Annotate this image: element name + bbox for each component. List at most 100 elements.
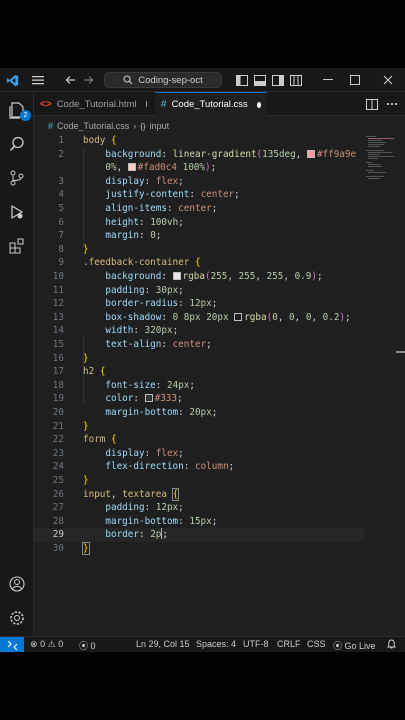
code-editor[interactable]: 1 body { 2 background: linear-gradient(13… — [34, 134, 364, 634]
encoding[interactable]: UTF-8 — [243, 639, 269, 649]
line-number: 16 — [52, 352, 64, 364]
tab-code-tutorial-css[interactable]: # Code_Tutorial.css — [155, 92, 267, 116]
code-line: 18 font-size: 24px; — [34, 379, 364, 393]
explorer-icon[interactable]: 2 — [7, 100, 31, 121]
maximize-icon[interactable] — [347, 72, 363, 88]
source-control-icon[interactable] — [7, 168, 27, 188]
code-line: 9 .feedback-container { — [34, 256, 364, 270]
color-swatch[interactable] — [144, 394, 153, 403]
notifications-bell-icon[interactable] — [386, 639, 397, 651]
close-icon[interactable] — [380, 72, 396, 88]
forward-arrow-icon[interactable] — [80, 72, 96, 88]
color-swatch[interactable] — [172, 272, 181, 280]
remote-indicator-icon[interactable] — [0, 637, 24, 652]
code-line: 17 h2 { — [34, 365, 364, 379]
ports-indicator[interactable]: ⦿ 0 — [79, 639, 96, 652]
code-line: 24 flex-direction: column; — [34, 460, 364, 474]
code-line: 5 align-items: center; — [34, 202, 364, 216]
end-of-line[interactable]: CRLF — [277, 639, 301, 649]
line-number: 4 — [58, 189, 64, 201]
line-number: 11 — [52, 284, 64, 296]
line-number: 21 — [52, 420, 64, 432]
minimap[interactable] — [364, 134, 400, 634]
problems-indicator[interactable]: ⊗ 0 ⚠ 0 — [30, 639, 63, 650]
code-line: 7 margin: 0; — [34, 229, 364, 243]
line-number: 7 — [58, 230, 64, 242]
line-number: 10 — [52, 271, 64, 282]
search-icon[interactable] — [7, 134, 27, 154]
code-line: 27 padding: 12px; — [34, 501, 364, 515]
line-number: 3 — [58, 175, 64, 187]
css-file-icon: # — [48, 121, 54, 131]
line-number: 8 — [58, 243, 64, 255]
line-number: 18 — [52, 379, 64, 391]
breadcrumb-file[interactable]: Code_Tutorial.css — [57, 121, 129, 131]
line-number: 14 — [52, 325, 64, 337]
scrollbar-cursor-marker[interactable] — [396, 351, 405, 353]
tab-code-tutorial-html[interactable]: <> Code_Tutorial.html — [34, 92, 152, 116]
title-bar: Coding-sep-oct — [0, 68, 405, 92]
code-line: 21} — [34, 420, 364, 434]
customize-layout-icon[interactable] — [288, 72, 304, 88]
breadcrumb-symbol[interactable]: input — [150, 121, 170, 131]
code-line: 12 border-radius: 12px; — [34, 297, 364, 311]
toggle-secondary-sidebar-icon[interactable] — [270, 72, 286, 88]
css-file-icon: # — [161, 99, 167, 110]
split-editor-icon[interactable] — [364, 96, 380, 112]
toggle-panel-icon[interactable] — [252, 72, 268, 88]
unsaved-dot-icon[interactable] — [256, 101, 261, 108]
current-code-line: 29 border: 2p; — [34, 528, 364, 542]
activity-bar: 2 — [0, 92, 34, 636]
code-line: 15 text-align: center; — [34, 338, 364, 352]
html-file-icon: <> — [40, 98, 52, 110]
cursor-position[interactable]: Ln 29, Col 15 — [136, 639, 190, 649]
broadcast-icon: ⦿ — [333, 641, 343, 651]
line-number: 28 — [52, 515, 64, 527]
code-line: 3 display: flex; — [34, 175, 364, 189]
indentation[interactable]: Spaces: 4 — [196, 639, 236, 649]
text-cursor — [161, 528, 163, 540]
line-number: 13 — [52, 311, 64, 323]
ports-count: 0 — [90, 641, 96, 651]
more-actions-icon[interactable] — [384, 96, 400, 112]
toggle-sidebar-icon[interactable] — [234, 72, 250, 88]
color-swatch[interactable] — [127, 163, 136, 172]
code-line: 20 margin-bottom: 20px; — [34, 406, 364, 420]
search-label: Coding-sep-oct — [138, 74, 203, 86]
code-line: 8} — [34, 243, 364, 257]
line-number: 9 — [58, 257, 64, 269]
line-number: 22 — [52, 434, 64, 446]
breadcrumb: # Code_Tutorial.css › {} input — [48, 119, 169, 133]
run-debug-icon[interactable] — [7, 202, 27, 222]
warning-icon: ⚠ — [47, 639, 56, 649]
code-line: 13 box-shadow: 0 8px 20px rgba(0, 0, 0, … — [34, 311, 364, 325]
minimize-icon[interactable] — [320, 72, 336, 88]
tab-label: Code_Tutorial.css — [171, 99, 248, 110]
code-line: 10 background: rgba(255, 255, 255, 0.9); — [34, 270, 364, 284]
menu-icon[interactable] — [30, 72, 46, 88]
vscode-window: Coding-sep-oct 2 <> Code_Tutorial.html #… — [0, 68, 405, 652]
editor-tabs: <> Code_Tutorial.html # Code_Tutorial.cs… — [34, 92, 405, 116]
command-center-search[interactable]: Coding-sep-oct — [104, 72, 222, 88]
code-line: 16} — [34, 352, 364, 366]
extensions-icon[interactable] — [7, 236, 27, 256]
line-number: 20 — [52, 407, 64, 418]
back-arrow-icon[interactable] — [62, 72, 78, 88]
color-swatch[interactable] — [306, 149, 315, 158]
code-line: 25} — [34, 474, 364, 488]
line-number: 15 — [52, 339, 64, 350]
code-line: 14 width: 320px; — [34, 324, 364, 338]
line-number: 24 — [52, 461, 64, 473]
code-line: 6 height: 100vh; — [34, 216, 364, 230]
code-line: 19 color: #333; — [34, 392, 364, 406]
settings-gear-icon[interactable] — [7, 608, 27, 628]
go-live-button[interactable]: ⦿ Go Live — [333, 639, 376, 652]
color-swatch[interactable] — [234, 312, 243, 321]
go-live-label: Go Live — [344, 641, 376, 651]
language-mode[interactable]: CSS — [307, 639, 326, 649]
code-line: 2 background: linear-gradient(135deg, #f… — [34, 148, 364, 162]
error-count: 0 — [40, 639, 46, 649]
accounts-icon[interactable] — [7, 574, 27, 594]
line-number: 26 — [52, 488, 64, 500]
line-number: 17 — [52, 366, 64, 378]
